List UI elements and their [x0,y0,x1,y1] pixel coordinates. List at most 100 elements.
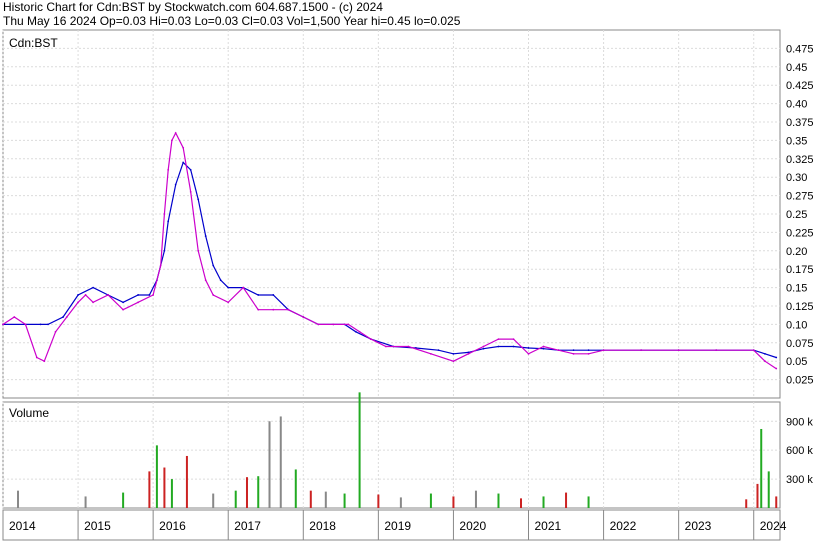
year-label: 2024 [760,519,787,533]
price-point [497,345,500,348]
volume-bar [185,455,188,508]
volume-bar [775,496,778,508]
price-point [62,316,64,318]
price-point [137,301,140,304]
price-tick-label: 0.075 [786,338,814,350]
price-tick-label: 0.25 [786,209,807,221]
price-point [512,345,515,348]
volume-bar [377,494,380,508]
year-label: 2014 [9,519,36,533]
price-point [542,345,545,348]
price-point [527,352,530,355]
price-point [107,294,110,296]
price-point [587,349,590,352]
volume-tick-label: 900 k [786,416,813,428]
price-point [347,323,350,326]
volume-tick-label: 300 k [786,474,813,486]
price-tick-label: 0.30 [786,172,807,184]
year-label: 2023 [685,519,712,533]
price-point [467,352,470,355]
price-point [47,323,49,326]
volume-bar [84,496,87,508]
price-tick-label: 0.425 [786,80,814,92]
price-point [197,198,200,201]
volume-bar [760,428,763,508]
price-point [272,294,275,296]
price-tick-label: 0.125 [786,301,814,313]
price-point [764,360,766,363]
price-point [212,294,215,296]
price-point [212,264,215,267]
price-point [159,264,162,267]
price-point [219,279,222,282]
price-point [2,323,4,326]
price-point [167,168,170,171]
price-point [257,294,260,296]
price-point [302,316,305,318]
volume-bar [520,498,522,508]
volume-panel-title: Volume [9,406,49,420]
price-tick-label: 0.15 [786,283,807,295]
price-point [354,330,357,333]
price-point [35,356,38,359]
volume-bar [587,496,590,508]
price-point [182,161,185,164]
price-point [167,220,170,223]
price-point [137,294,140,296]
volume-bar [294,469,297,508]
price-tick-label: 0.325 [786,154,814,166]
price-point [13,316,16,318]
price-point [227,286,230,289]
price-point [557,349,560,352]
volume-bar [358,392,361,508]
price-panel-title: Cdn:BST [9,36,58,50]
price-point [482,345,485,348]
volume-tick-label: 600 k [786,445,813,457]
price-point [430,352,432,355]
price-point [640,349,643,352]
volume-bar [565,492,568,508]
price-tick-label: 0.40 [786,99,807,111]
volume-bar [429,493,432,508]
price-point [482,347,485,350]
year-label: 2019 [384,519,411,533]
price-point [752,349,755,352]
price-tick-label: 0.45 [786,62,807,74]
volume-bar [452,496,455,508]
price-tick-label: 0.475 [786,43,814,55]
price-point [512,338,515,341]
volume-bar [17,490,20,508]
price-point [715,349,718,352]
volume-bar [745,499,748,508]
volume-bar [756,483,759,508]
volume-bar [399,497,402,508]
price-point [775,356,778,359]
price-point [227,301,230,304]
volume-bar [148,471,151,508]
price-tick-label: 0.05 [786,356,807,368]
price-point [527,347,530,349]
price-point [92,286,94,289]
volume-bar [212,493,215,508]
price-tick-label: 0.20 [786,246,807,258]
volume-bar [343,493,346,508]
price-point [257,308,260,311]
year-label: 2016 [159,519,186,533]
price-point [189,191,192,193]
volume-bar [163,467,166,508]
volume-bar [170,479,173,508]
year-label: 2015 [84,519,111,533]
year-label: 2020 [459,519,486,533]
year-label: 2022 [610,519,637,533]
price-point [369,338,372,341]
volume-bar [122,492,125,508]
price-tick-label: 0.35 [786,135,807,147]
volume-bar [497,493,500,508]
volume-bar [268,421,271,508]
price-point [148,294,151,296]
price-point [572,352,575,355]
price-point [272,308,275,311]
price-point [39,323,42,326]
price-point [358,330,361,333]
volume-bar [324,491,327,508]
